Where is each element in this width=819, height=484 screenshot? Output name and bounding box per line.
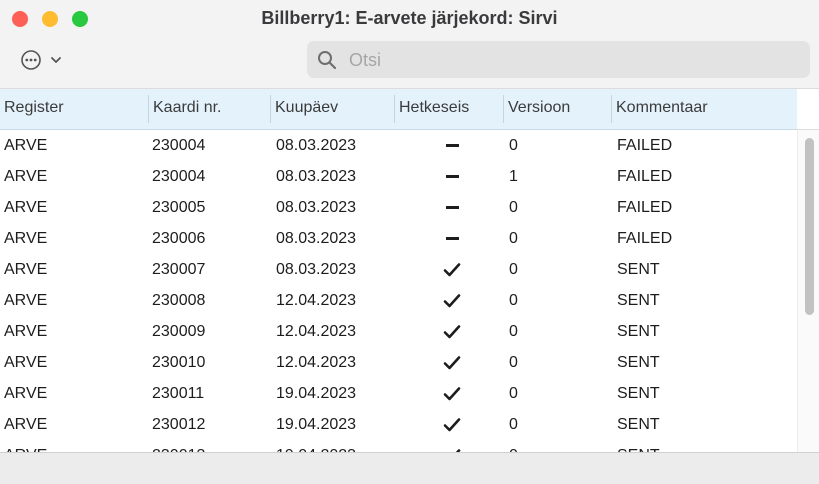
cell-kaardi-nr: 230010 xyxy=(152,354,206,371)
cell-kommentaar: SENT xyxy=(617,354,660,371)
cell-register: ARVE xyxy=(4,261,48,278)
cell-kommentaar: SENT xyxy=(617,323,660,340)
column-header-kaardi-nr[interactable]: Kaardi nr. xyxy=(148,95,270,123)
cell-kaardi-nr: 230009 xyxy=(152,323,206,340)
table-row[interactable]: ARVE 230004 08.03.2023 0 FAILED xyxy=(0,130,797,161)
cell-kommentaar: SENT xyxy=(617,440,660,452)
table-body: ARVE 230004 08.03.2023 0 FAILED ARVE 230004 08.… xyxy=(0,130,797,452)
cell-kuupaev: 12.04.2023 xyxy=(276,354,357,371)
title-bar: Billberry1: E-arvete järjekord: Sirvi xyxy=(0,0,819,89)
checkmark-icon xyxy=(440,285,464,316)
cell-versioon: 0 xyxy=(509,354,518,371)
cell-versioon: 1 xyxy=(509,168,518,185)
column-header-register[interactable]: Register xyxy=(0,89,148,129)
cell-kommentaar: FAILED xyxy=(617,199,673,216)
cell-register: ARVE xyxy=(4,230,48,247)
table-row[interactable]: ARVE 230008 12.04.2023 0 SENT xyxy=(0,285,797,316)
cell-kuupaev: 12.04.2023 xyxy=(276,292,357,309)
cell-register: ARVE xyxy=(4,440,47,452)
bottom-bar xyxy=(0,452,819,484)
column-header-versioon[interactable]: Versioon xyxy=(503,95,611,123)
table-row[interactable]: ARVE 230009 12.04.2023 0 SENT xyxy=(0,316,797,347)
cell-kommentaar: SENT xyxy=(617,385,660,402)
cell-versioon: 0 xyxy=(509,230,518,247)
table-row[interactable]: ARVE 230011 19.04.2023 0 SENT xyxy=(0,378,797,409)
column-header-kuupaev[interactable]: Kuupäev xyxy=(270,95,394,123)
cell-kaardi-nr: 230004 xyxy=(152,168,206,185)
cell-kaardi-nr: 230007 xyxy=(152,261,206,278)
cell-register: ARVE xyxy=(4,385,48,402)
cell-versioon: 0 xyxy=(509,416,518,433)
table-row[interactable]: ARVE 230010 12.04.2023 0 SENT xyxy=(0,347,797,378)
table-header: Register Kaardi nr. Kuupäev Hetkeseis Ve… xyxy=(0,89,797,130)
cell-kuupaev: 19.04.2023 xyxy=(276,385,357,402)
cell-register: ARVE xyxy=(4,168,48,185)
status-dash-icon xyxy=(440,161,464,192)
cell-kaardi-nr: 230006 xyxy=(152,230,206,247)
search-input[interactable] xyxy=(347,47,791,73)
cell-kuupaev: 19.04.2023 xyxy=(276,440,356,452)
cell-kommentaar: SENT xyxy=(617,292,660,309)
cell-versioon: 0 xyxy=(509,292,518,309)
cell-versioon: 0 xyxy=(509,137,518,154)
status-dash-icon xyxy=(440,130,464,161)
header-corner xyxy=(797,89,819,130)
status-dash-icon xyxy=(440,192,464,223)
cell-kuupaev: 08.03.2023 xyxy=(276,199,357,216)
cell-kuupaev: 08.03.2023 xyxy=(276,261,357,278)
vertical-scrollbar[interactable] xyxy=(797,130,819,452)
table-row[interactable]: ARVE 230013 19.04.2023 0 SENT xyxy=(0,440,797,452)
table-row[interactable]: ARVE 230005 08.03.2023 0 FAILED xyxy=(0,192,797,223)
cell-register: ARVE xyxy=(4,199,48,216)
cell-kuupaev: 08.03.2023 xyxy=(276,230,357,247)
cell-kommentaar: SENT xyxy=(617,416,660,433)
cell-kaardi-nr: 230012 xyxy=(152,416,206,433)
table-row[interactable]: ARVE 230012 19.04.2023 0 SENT xyxy=(0,409,797,440)
cell-kaardi-nr: 230005 xyxy=(152,199,206,216)
cell-kuupaev: 19.04.2023 xyxy=(276,416,357,433)
cell-kommentaar: SENT xyxy=(617,261,660,278)
cell-versioon: 0 xyxy=(509,199,518,216)
cell-kaardi-nr: 230011 xyxy=(152,385,205,402)
cell-register: ARVE xyxy=(4,354,48,371)
column-header-hetkeseis[interactable]: Hetkeseis xyxy=(394,95,503,123)
cell-versioon: 0 xyxy=(509,261,518,278)
cell-versioon: 0 xyxy=(509,440,518,452)
checkmark-icon xyxy=(440,254,464,285)
cell-kaardi-nr: 230004 xyxy=(152,137,206,154)
cell-register: ARVE xyxy=(4,137,48,154)
cell-versioon: 0 xyxy=(509,385,518,402)
chevron-down-icon xyxy=(50,55,62,65)
search-field[interactable] xyxy=(307,41,810,78)
checkmark-icon xyxy=(440,409,464,440)
column-header-kommentaar[interactable]: Kommentaar xyxy=(611,95,797,123)
more-actions-button[interactable] xyxy=(20,49,72,71)
cell-kaardi-nr: 230008 xyxy=(152,292,206,309)
cell-kommentaar: FAILED xyxy=(617,137,673,154)
status-dash-icon xyxy=(440,223,464,254)
cell-kommentaar: FAILED xyxy=(617,168,673,185)
checkmark-icon xyxy=(440,440,464,452)
window-title: Billberry1: E-arvete järjekord: Sirvi xyxy=(261,8,558,28)
cell-register: ARVE xyxy=(4,323,48,340)
checkmark-icon xyxy=(440,347,464,378)
ellipsis-circle-icon xyxy=(20,49,44,71)
checkmark-icon xyxy=(440,316,464,347)
cell-kuupaev: 08.03.2023 xyxy=(276,137,357,154)
cell-kommentaar: FAILED xyxy=(617,230,673,247)
checkmark-icon xyxy=(440,378,464,409)
cell-register: ARVE xyxy=(4,416,48,433)
cell-kuupaev: 12.04.2023 xyxy=(276,323,357,340)
cell-versioon: 0 xyxy=(509,323,518,340)
search-icon xyxy=(317,50,337,75)
table-row[interactable]: ARVE 230007 08.03.2023 0 SENT xyxy=(0,254,797,285)
cell-kuupaev: 08.03.2023 xyxy=(276,168,357,185)
cell-register: ARVE xyxy=(4,292,48,309)
table-row[interactable]: ARVE 230006 08.03.2023 0 FAILED xyxy=(0,223,797,254)
table-row[interactable]: ARVE 230004 08.03.2023 1 FAILED xyxy=(0,161,797,192)
cell-kaardi-nr: 230013 xyxy=(152,440,205,452)
scrollbar-thumb[interactable] xyxy=(805,138,814,315)
